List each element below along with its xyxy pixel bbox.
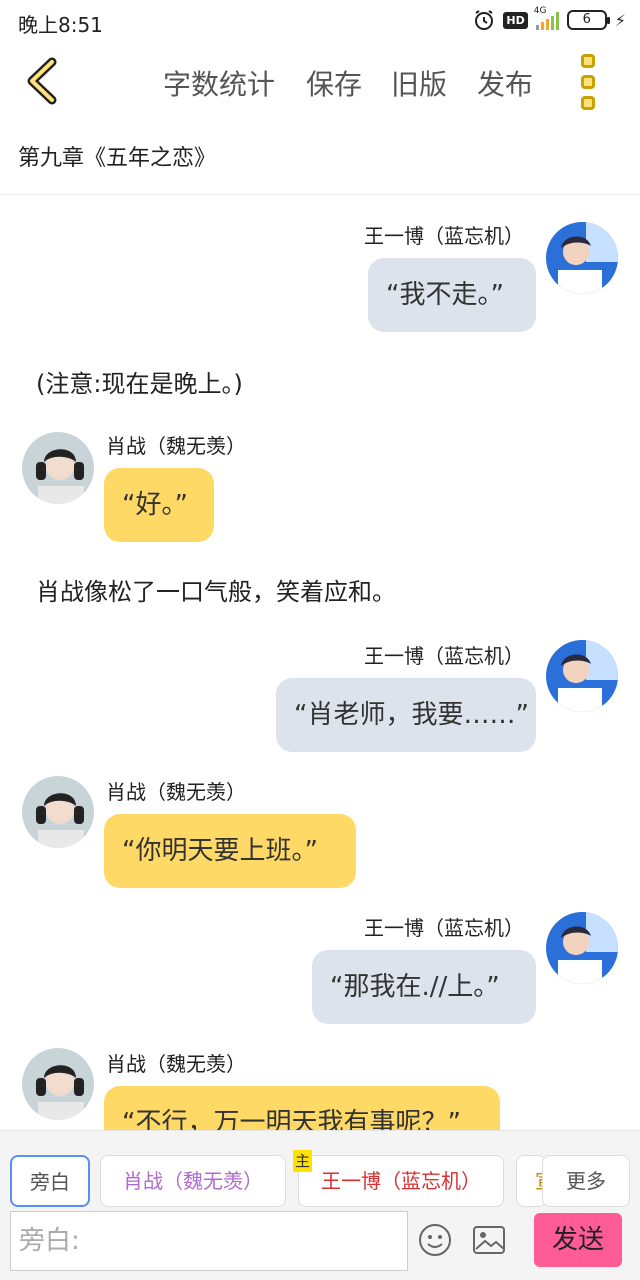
sender-name: 王一博（蓝忘机）	[364, 644, 524, 668]
status-time: 晚上8:51	[18, 13, 103, 37]
role-narrator-chip[interactable]: 旁白	[10, 1155, 90, 1207]
old-version-button[interactable]: 旧版	[391, 63, 447, 103]
main-role-badge: 主	[293, 1150, 313, 1172]
sender-name: 肖战（魏无羡）	[106, 780, 246, 804]
status-bar: 晚上8:51 HD 4G 6 ⚡	[0, 0, 640, 44]
message-bubble[interactable]: “你明天要上班。”	[104, 814, 356, 888]
role-wang-label: 王一博（蓝忘机）	[321, 1169, 481, 1193]
avatar-wang[interactable]	[546, 222, 618, 294]
divider	[0, 194, 640, 195]
sender-name: 王一博（蓝忘机）	[364, 224, 524, 248]
save-button[interactable]: 保存	[306, 63, 362, 103]
avatar-xiao[interactable]	[22, 432, 94, 504]
signal-icon: 4G	[534, 6, 559, 30]
sender-name: 肖战（魏无羡）	[106, 434, 246, 458]
word-count-button[interactable]: 字数统计	[163, 63, 275, 103]
alarm-icon	[475, 10, 494, 30]
message-input[interactable]: 旁白:	[10, 1211, 408, 1271]
more-roles-button[interactable]: 更多	[542, 1155, 630, 1207]
chapter-title: 第九章《五年之恋》	[18, 146, 217, 171]
avatar-wang[interactable]	[546, 640, 618, 712]
input-panel: 旁白 肖战（魏无羡） 主 王一博（蓝忘机） 宣 更多 旁白: 发送	[0, 1130, 640, 1280]
message-bubble[interactable]: “那我在.//上。”	[312, 950, 536, 1024]
chat-area[interactable]: 王一博（蓝忘机） “我不走。” (注意:现在是晚上。) 肖战（魏无羡） “好。”…	[0, 196, 640, 1130]
back-icon[interactable]	[22, 56, 66, 106]
message-bubble[interactable]: “我不走。”	[368, 258, 536, 332]
send-button[interactable]: 发送	[534, 1213, 622, 1267]
status-icons: HD 4G 6 ⚡	[473, 6, 626, 31]
role-xiao-chip[interactable]: 肖战（魏无羡）	[100, 1155, 286, 1207]
narration-text[interactable]: 肖战像松了一口气般，笑着应和。	[36, 572, 396, 607]
narration-text[interactable]: (注意:现在是晚上。)	[36, 364, 243, 399]
charging-icon: ⚡	[614, 10, 626, 30]
image-icon[interactable]	[472, 1225, 506, 1255]
hd-badge: HD	[503, 11, 528, 29]
sender-name: 肖战（魏无羡）	[106, 1052, 246, 1076]
emoji-icon[interactable]	[418, 1223, 452, 1257]
avatar-wang[interactable]	[546, 912, 618, 984]
avatar-xiao[interactable]	[22, 776, 94, 848]
message-bubble[interactable]: “不行，万一明天我有事呢？”	[104, 1086, 500, 1130]
avatar-xiao[interactable]	[22, 1048, 94, 1120]
more-menu-icon[interactable]	[576, 54, 600, 110]
publish-button[interactable]: 发布	[477, 63, 533, 103]
message-bubble[interactable]: “肖老师，我要……”	[276, 678, 536, 752]
message-bubble[interactable]: “好。”	[104, 468, 214, 542]
network-label: 4G	[533, 6, 547, 16]
sender-name: 王一博（蓝忘机）	[364, 916, 524, 940]
battery-icon: 6	[566, 10, 610, 30]
editor-toolbar: 字数统计 保存 旧版 发布	[0, 44, 640, 120]
role-wang-chip[interactable]: 主 王一博（蓝忘机）	[293, 1150, 504, 1207]
